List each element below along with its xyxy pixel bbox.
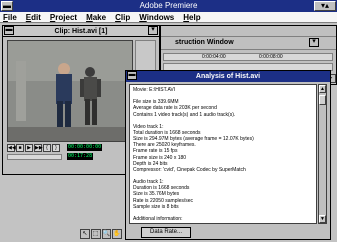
clip-controls: ◀◀ ■ ▶ ▶▶ { } 00:00:00:00 00:17:28 bbox=[7, 144, 133, 164]
hand-tool-icon[interactable]: ✋ bbox=[112, 229, 122, 239]
selection-tool-icon[interactable]: ↖ bbox=[80, 229, 90, 239]
rewind-button[interactable]: ◀◀ bbox=[7, 144, 16, 152]
menu-bar: File Edit Project Make Clip Windows Help bbox=[0, 12, 337, 23]
clip-window-arrow-icon[interactable]: ▾ bbox=[148, 26, 158, 35]
ruler-timecode-2: 0:00:08:00 bbox=[259, 54, 283, 60]
menu-project[interactable]: Project bbox=[50, 12, 77, 22]
play-button[interactable]: ▶ bbox=[25, 144, 33, 152]
timecode-duration: 00:17:28 bbox=[67, 153, 94, 160]
ruler-timecode-1: 0:00:04:00 bbox=[202, 54, 226, 60]
construction-window-top-strip bbox=[161, 26, 336, 37]
scroll-thumb[interactable] bbox=[319, 95, 326, 105]
analysis-text-area[interactable]: Movie: E:\HIST.AVI File size is 339.6MM … bbox=[129, 84, 317, 224]
analysis-menu-icon[interactable]: ▬ bbox=[127, 71, 137, 80]
analysis-dialog-title: Analysis of Hist.avi bbox=[126, 71, 330, 82]
clip-window-title: Clip: Hist.avi [1] bbox=[3, 26, 159, 37]
menu-help[interactable]: Help bbox=[183, 12, 200, 22]
mark-in-button[interactable]: { bbox=[43, 144, 51, 152]
menu-make[interactable]: Make bbox=[86, 12, 106, 22]
zoom-tool-icon[interactable]: 🔍 bbox=[101, 229, 112, 239]
scroll-down-icon[interactable]: ▼ bbox=[319, 215, 326, 223]
clip-video-frame[interactable] bbox=[7, 40, 133, 142]
marquee-tool-icon[interactable]: ⬚ bbox=[90, 229, 101, 239]
data-rate-button[interactable]: Data Rate... bbox=[141, 227, 191, 238]
analysis-scrollbar[interactable]: ▲ ▼ bbox=[318, 84, 327, 224]
construction-window-title: struction Window bbox=[175, 39, 234, 46]
forward-button[interactable]: ▶▶ bbox=[34, 144, 43, 152]
scroll-up-icon[interactable]: ▲ bbox=[319, 85, 326, 93]
menu-file[interactable]: File bbox=[3, 12, 17, 22]
menu-windows[interactable]: Windows bbox=[139, 12, 174, 22]
system-menu-icon[interactable]: ▬ bbox=[1, 1, 13, 11]
video-still-image bbox=[8, 41, 132, 141]
analysis-dialog[interactable]: Analysis of Hist.avi ▬ Movie: E:\HIST.AV… bbox=[125, 70, 331, 240]
app-title-bar: Adobe Premiere ▬ ▾▴ bbox=[0, 0, 337, 12]
minimize-maximize-buttons[interactable]: ▾▴ bbox=[314, 1, 336, 11]
construction-ruler[interactable]: 0:00:04:00 0:00:08:00 bbox=[163, 53, 333, 61]
analysis-line: Additional information: bbox=[133, 215, 183, 222]
app-title: Adobe Premiere bbox=[139, 1, 198, 10]
construction-window-arrow-icon[interactable]: ▾ bbox=[309, 38, 319, 47]
clip-jog-slider[interactable] bbox=[7, 154, 62, 160]
menu-clip[interactable]: Clip bbox=[115, 12, 130, 22]
mark-out-button[interactable]: } bbox=[52, 144, 60, 152]
construction-divider bbox=[161, 49, 336, 50]
menu-edit[interactable]: Edit bbox=[26, 12, 41, 22]
stop-button[interactable]: ■ bbox=[16, 144, 24, 152]
tool-palette: ↖ ⬚ 🔍 ✋ bbox=[80, 229, 122, 240]
timecode-current: 00:00:00:00 bbox=[67, 144, 103, 151]
clip-window-menu-icon[interactable]: ▬ bbox=[4, 26, 14, 35]
